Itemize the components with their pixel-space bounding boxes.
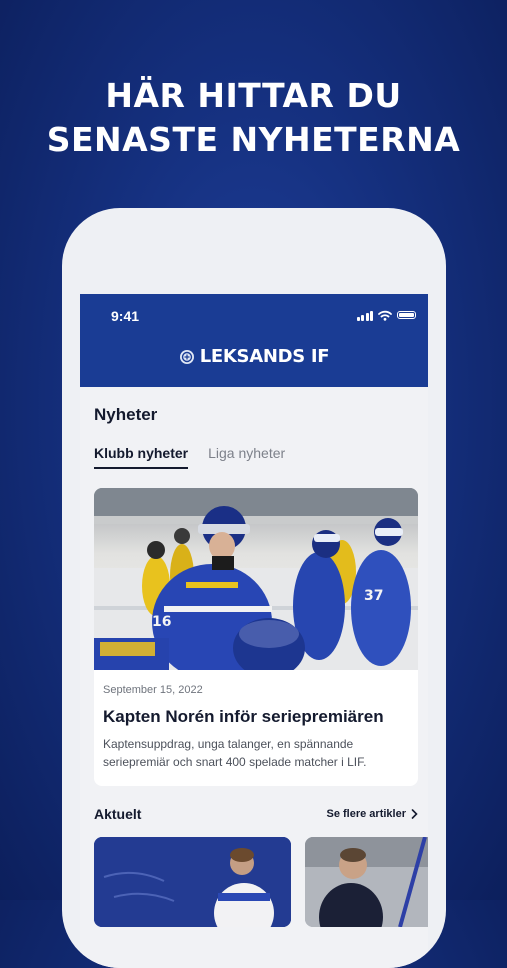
cellular-signal-icon — [356, 310, 373, 321]
hockey-players-image: 37 16 — [94, 488, 418, 670]
status-time: 9:41 — [111, 308, 140, 324]
brand-name: LEKSANDS IF — [199, 346, 330, 367]
see-more-label: Se flere artikler — [326, 808, 407, 820]
phone-frame: 9:41 LEKSANDS IF Nyheter Klubb nyheter L… — [62, 208, 446, 968]
news-tabs: Klubb nyheter Liga nyheter — [94, 445, 305, 469]
app-logo: LEKSANDS IF — [80, 346, 428, 367]
see-more-articles-link[interactable]: Se flere artikler — [327, 808, 419, 820]
promo-headline-line-2: SENASTE NYHETERNA — [46, 120, 461, 159]
section-title: Aktuelt — [94, 806, 142, 822]
status-icons — [356, 309, 416, 321]
chevron-right-icon — [411, 809, 418, 819]
section-header-current: Aktuelt Se flere artikler — [94, 806, 418, 822]
app-header: 9:41 LEKSANDS IF — [80, 294, 428, 387]
article-description: Kaptensuppdrag, unga talanger, en spänna… — [103, 737, 367, 769]
article-photo: 37 16 — [94, 488, 418, 670]
featured-article-card[interactable]: 37 16 September 15, 2022 Kapten Norén in… — [94, 488, 418, 786]
tab-league-news[interactable]: Liga nyheter — [208, 445, 285, 469]
article-date: September 15, 2022 — [103, 684, 203, 696]
club-crest-icon — [179, 349, 194, 364]
promo-headline: HÄR HITTAR DU SENASTE NYHETERNA — [0, 74, 507, 162]
svg-text:16: 16 — [152, 614, 171, 630]
promo-headline-line-1: HÄR HITTAR DU — [105, 76, 402, 115]
tab-club-news[interactable]: Klubb nyheter — [94, 445, 189, 469]
battery-icon — [397, 311, 416, 319]
article-thumbnail-image — [94, 837, 291, 927]
article-title: Kapten Norén inför seriepremiären — [103, 707, 384, 726]
app-screen: 9:41 LEKSANDS IF Nyheter Klubb nyheter L… — [80, 294, 428, 968]
article-thumbnail[interactable] — [305, 837, 428, 927]
wifi-icon — [378, 310, 392, 321]
article-thumbnail[interactable] — [94, 837, 291, 927]
article-thumbnail-image — [305, 837, 428, 927]
svg-text:37: 37 — [364, 588, 383, 604]
page-title: Nyheter — [94, 405, 158, 424]
